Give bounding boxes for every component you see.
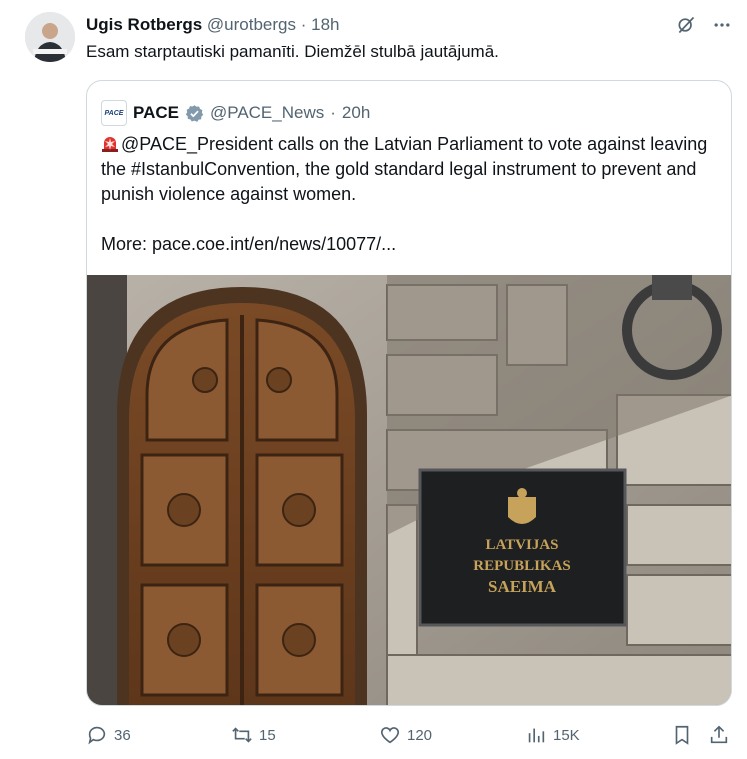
quoted-tweet-card[interactable]: PACE PACE @PACE_News · 20h @PACE_Preside… [86, 80, 732, 706]
reply-icon [88, 726, 106, 745]
views-count: 15K [553, 726, 580, 744]
plaque-line3: SAEIMA [488, 577, 557, 596]
action-bar: 36 15 120 15K [86, 724, 736, 748]
quote-body: @PACE_President calls on the Latvian Par… [101, 132, 721, 257]
author-avatar[interactable] [25, 12, 75, 62]
grok-icon[interactable] [675, 14, 697, 36]
quote-handle[interactable]: @PACE_News [210, 103, 324, 123]
separator-dot: · [300, 15, 307, 34]
photo-illustration: LATVIJAS REPUBLIKAS SAEIMA [87, 275, 731, 705]
quote-author-name[interactable]: PACE [133, 103, 179, 123]
more-options-icon[interactable] [711, 14, 733, 36]
share-icon [710, 725, 728, 744]
alarm-light-icon [101, 135, 119, 153]
repost-count: 15 [259, 726, 276, 744]
quote-separator: · [330, 103, 336, 122]
quote-header: PACE PACE @PACE_News · 20h [101, 100, 370, 126]
author-handle[interactable]: @urotbergs [207, 15, 296, 34]
reply-count: 36 [114, 726, 131, 744]
heart-icon [380, 727, 400, 744]
tweet-text: Esam starptautiski pamanīti. Diemžēl stu… [86, 42, 499, 61]
avatar-photo [25, 12, 75, 62]
repost-button[interactable]: 15 [231, 724, 276, 746]
author-name[interactable]: Ugis Rotbergs [86, 15, 202, 34]
quote-time[interactable]: 20h [342, 103, 370, 123]
reply-button[interactable]: 36 [86, 724, 131, 746]
tweet-top-actions [675, 14, 733, 36]
tweet-header: Ugis Rotbergs @urotbergs · 18h [86, 14, 340, 36]
quote-avatar[interactable]: PACE [101, 100, 127, 126]
like-count: 120 [407, 726, 433, 744]
tweet-time[interactable]: 18h [311, 15, 339, 34]
plaque-line2: REPUBLIKAS [473, 558, 571, 574]
verified-badge-icon [185, 104, 204, 123]
repost-icon [232, 727, 252, 743]
views-chart-icon [528, 728, 545, 743]
share-button[interactable] [708, 724, 730, 746]
views-button[interactable]: 15K [525, 724, 580, 746]
plaque-line1: LATVIJAS [485, 537, 558, 553]
quote-line1: @PACE_President calls on the Latvian Par… [101, 134, 708, 204]
quote-more-link[interactable]: More: pace.coe.int/en/news/10077/... [101, 232, 721, 257]
like-button[interactable]: 120 [379, 724, 432, 746]
bookmark-button[interactable] [671, 724, 693, 746]
quote-line1-wrap: @PACE_President calls on the Latvian Par… [101, 132, 721, 207]
saeima-door-photo[interactable]: LATVIJAS REPUBLIKAS SAEIMA [87, 275, 731, 705]
bookmark-icon [675, 725, 689, 745]
